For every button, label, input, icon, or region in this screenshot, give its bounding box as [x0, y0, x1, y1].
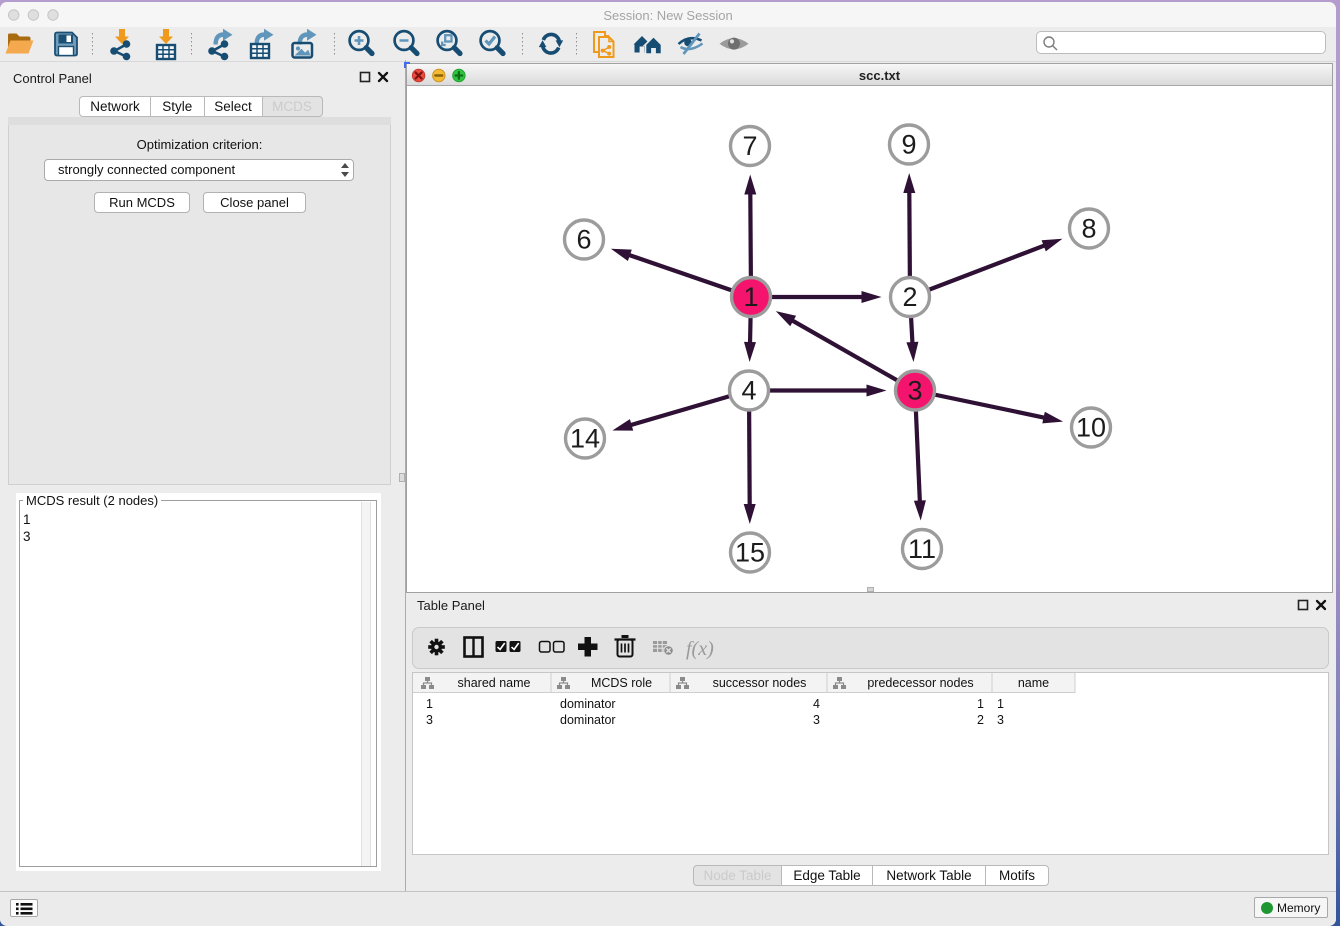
svg-text:15: 15 — [735, 538, 765, 568]
svg-text:9: 9 — [901, 130, 916, 160]
svg-text:3: 3 — [907, 376, 922, 406]
svg-text:6: 6 — [576, 225, 591, 255]
svg-text:14: 14 — [570, 424, 600, 454]
svg-text:1: 1 — [743, 282, 758, 312]
svg-text:8: 8 — [1081, 214, 1096, 244]
svg-text:4: 4 — [741, 376, 756, 406]
svg-text:7: 7 — [742, 131, 757, 161]
svg-text:10: 10 — [1076, 413, 1106, 443]
svg-text:2: 2 — [902, 282, 917, 312]
svg-text:11: 11 — [908, 534, 936, 564]
